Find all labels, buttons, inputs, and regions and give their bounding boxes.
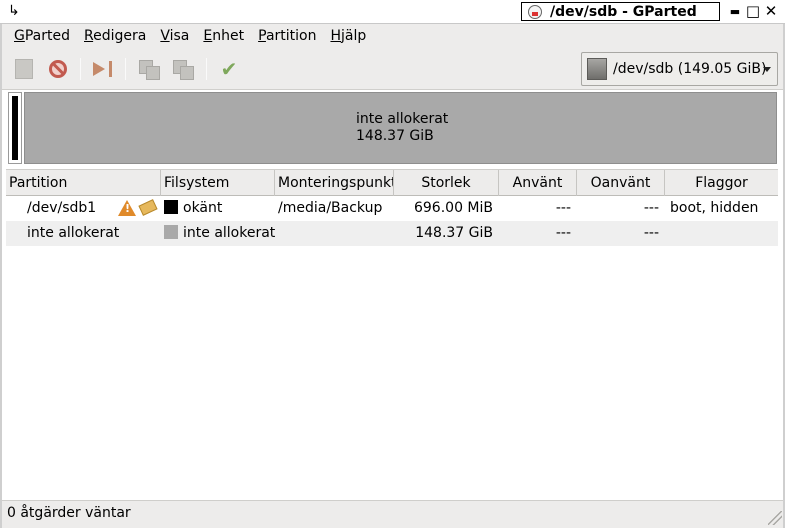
menu-bar: GParted Redigera Visa Enhet Partition Hj… — [0, 24, 785, 48]
status-bar: 0 åtgärder väntar — [0, 500, 785, 528]
chevron-down-icon — [763, 67, 771, 72]
menu-label: Parted — [24, 28, 70, 44]
cell-partition: inte allokerat — [27, 225, 120, 241]
delete-icon — [49, 60, 67, 78]
toolbar-separator — [206, 58, 207, 80]
cell-size: 696.00 MiB — [413, 200, 493, 216]
cell-unused: --- — [643, 200, 659, 216]
partition-name: /dev/sdb1 — [27, 200, 97, 216]
cell-filesystem: okänt — [161, 196, 275, 221]
pending-operations-text: 0 åtgärder väntar — [7, 505, 131, 521]
harddisk-icon — [587, 58, 607, 80]
resize-move-button[interactable] — [90, 56, 116, 82]
toolbar-separator — [125, 58, 126, 80]
column-header-used[interactable]: Använt — [499, 170, 577, 196]
device-selector[interactable]: /dev/sdb (149.05 GiB) — [581, 52, 778, 86]
menu-enhet[interactable]: Enhet — [196, 28, 251, 44]
cell-mountpoint: /media/Backup — [278, 200, 383, 216]
menu-partition[interactable]: Partition — [251, 28, 323, 44]
maximize-button[interactable]: □ — [745, 3, 761, 20]
menu-mnemonic: G — [14, 28, 25, 44]
mounted-key-icon — [138, 199, 158, 216]
menu-mnemonic: V — [160, 28, 170, 44]
table-header: Partition Filsystem Monteringspunkt Stor… — [6, 169, 778, 196]
copy-button[interactable] — [136, 56, 162, 82]
menu-hjalp[interactable]: Hjälp — [323, 28, 373, 44]
cell-partition: /dev/sdb1 ! — [6, 196, 161, 221]
menu-label: artition — [265, 28, 317, 44]
unallocated-name: inte allokerat — [356, 111, 449, 127]
menu-redigera[interactable]: Redigera — [77, 28, 153, 44]
menu-mnemonic: P — [258, 28, 266, 44]
window-title: /dev/sdb - GParted — [521, 2, 720, 21]
column-header-filesystem[interactable]: Filsystem — [161, 170, 275, 196]
partition-table: Partition Filsystem Monteringspunkt Stor… — [6, 169, 778, 246]
device-label: /dev/sdb (149.05 GiB) — [613, 61, 767, 77]
disk-graph-sdb1[interactable] — [8, 92, 22, 164]
disk-graph-unallocated[interactable]: inte allokerat 148.37 GiB — [24, 92, 777, 164]
filesystem-color-swatch — [164, 200, 178, 214]
menu-mnemonic: E — [203, 28, 213, 44]
cell-filesystem: inte allokerat — [161, 221, 275, 246]
menu-mnemonic: H — [330, 28, 341, 44]
filesystem-name: okänt — [183, 200, 223, 216]
warning-icon: ! — [118, 200, 136, 216]
resize-grip-icon[interactable] — [768, 511, 782, 525]
table-row[interactable]: inte allokerat inte allokerat 148.37 GiB… — [6, 221, 778, 246]
column-header-partition[interactable]: Partition — [6, 170, 161, 196]
resize-move-icon — [92, 61, 114, 77]
menu-label: isa — [169, 28, 190, 44]
toolbar: ✔ /dev/sdb (149.05 GiB) — [0, 48, 785, 90]
unallocated-graph-label: inte allokerat 148.37 GiB — [356, 111, 448, 145]
paste-button[interactable] — [170, 56, 196, 82]
cell-used: --- — [555, 225, 571, 241]
table-row[interactable]: /dev/sdb1 ! okänt /media/Backup 696.00 M… — [6, 196, 778, 221]
column-header-mountpoint[interactable]: Monteringspunkt — [275, 170, 394, 196]
cell-used: --- — [555, 200, 571, 216]
window-title-text: /dev/sdb - GParted — [550, 3, 697, 20]
column-header-flags[interactable]: Flaggor — [665, 170, 778, 196]
menu-visa[interactable]: Visa — [153, 28, 196, 44]
paste-icon — [172, 59, 194, 80]
cell-mountpoint — [275, 221, 394, 246]
new-partition-button[interactable] — [11, 56, 37, 82]
apply-icon: ✔ — [220, 57, 238, 81]
menu-label: edigera — [93, 28, 147, 44]
delete-button[interactable] — [45, 56, 71, 82]
cell-size: 148.37 GiB — [415, 225, 493, 241]
gparted-app-icon — [528, 4, 542, 19]
window-menu-icon[interactable]: ↳ — [8, 3, 20, 19]
new-partition-icon — [15, 59, 33, 79]
copy-icon — [138, 59, 160, 80]
menu-mnemonic: R — [84, 28, 94, 44]
title-bar: ↳ /dev/sdb - GParted ▬ □ ✕ — [0, 0, 785, 24]
menu-label: jälp — [341, 28, 367, 44]
column-header-size[interactable]: Storlek — [394, 170, 499, 196]
minimize-button[interactable]: ▬ — [727, 3, 743, 20]
warning-glyph: ! — [125, 202, 131, 215]
cell-flags — [665, 221, 778, 246]
disk-graph: inte allokerat 148.37 GiB — [8, 92, 777, 164]
filesystem-name: inte allokerat — [183, 225, 275, 241]
toolbar-separator — [80, 58, 81, 80]
column-header-unused[interactable]: Oanvänt — [577, 170, 665, 196]
filesystem-color-swatch — [164, 225, 178, 239]
unallocated-size: 148.37 GiB — [356, 128, 434, 144]
apply-button[interactable]: ✔ — [216, 56, 242, 82]
cell-flags: boot, hidden — [670, 200, 759, 216]
menu-gparted[interactable]: GParted — [7, 28, 77, 44]
menu-label: nhet — [212, 28, 245, 44]
close-button[interactable]: ✕ — [763, 3, 779, 20]
cell-unused: --- — [643, 225, 659, 241]
